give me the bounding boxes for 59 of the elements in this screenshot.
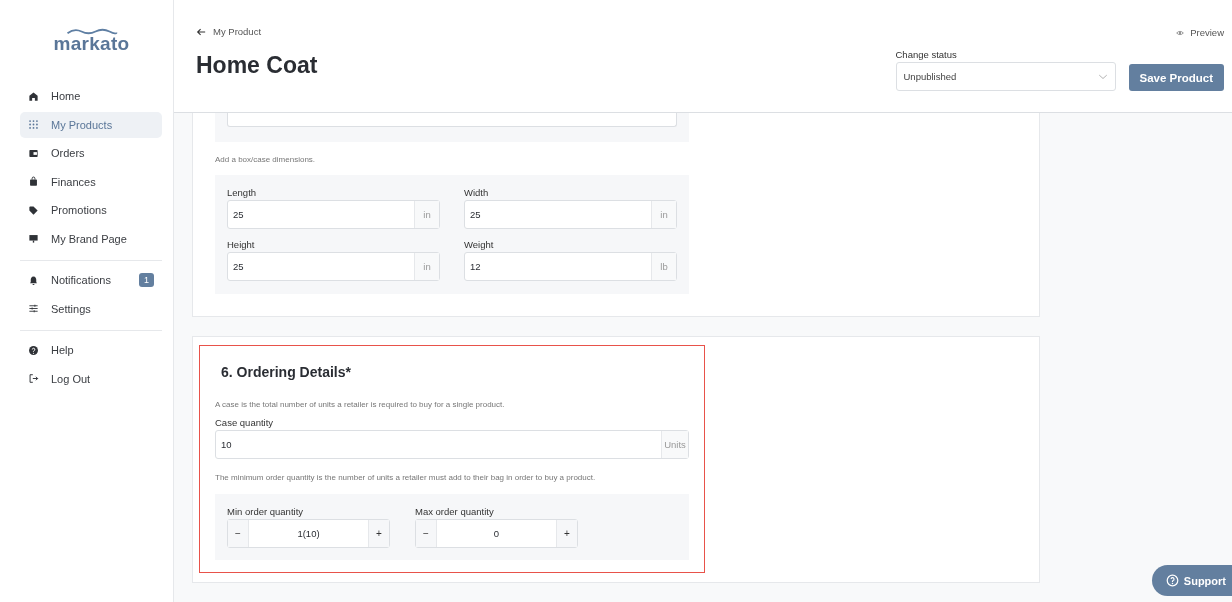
input-field[interactable]: 25 in xyxy=(464,200,677,229)
bell-icon xyxy=(28,274,39,286)
home-icon xyxy=(28,90,39,102)
back-link[interactable]: My Product xyxy=(196,26,318,37)
decrement-button[interactable]: − xyxy=(228,520,248,547)
sidebar-item[interactable]: Help xyxy=(20,337,162,363)
field-label: Min order quantity xyxy=(227,506,305,517)
field-label: Width xyxy=(464,187,490,198)
grid-icon xyxy=(28,119,39,130)
logout-icon xyxy=(28,373,39,384)
field-label: Max order quantity xyxy=(415,506,495,517)
monitor-icon xyxy=(28,233,39,244)
increment-button[interactable]: + xyxy=(369,520,389,547)
chevron-down-icon xyxy=(1097,73,1108,80)
input-field[interactable] xyxy=(227,113,677,127)
brand-logo: markato xyxy=(20,28,163,55)
sidebar-item[interactable]: Promotions xyxy=(20,197,162,223)
field-label: Case quantity xyxy=(215,417,275,428)
unit-label: in xyxy=(414,253,439,280)
tag-icon xyxy=(28,204,39,216)
unit-label: lb xyxy=(651,253,676,280)
input-field[interactable]: 25 in xyxy=(227,252,440,281)
section-title: 6. Ordering Details* xyxy=(221,364,352,380)
save-product-button[interactable]: Save Product xyxy=(1128,64,1224,91)
input-field[interactable]: 25 in xyxy=(227,200,440,229)
notification-count: 1 xyxy=(139,273,154,287)
sidebar-item[interactable]: Orders xyxy=(20,140,162,166)
input-field[interactable]: 12 lb xyxy=(464,252,677,281)
bag-icon xyxy=(28,176,39,187)
unit-label: in xyxy=(414,201,439,228)
help-text: A case is the total number of units a retailer is required to buy for a single product. xyxy=(215,400,506,409)
sidebar-item[interactable]: My Brand Page xyxy=(20,225,162,252)
help-icon xyxy=(28,344,39,356)
field-label: Length xyxy=(227,187,258,198)
help-icon xyxy=(1165,574,1179,587)
sidebar-item[interactable]: Finances xyxy=(20,168,162,195)
decrement-button[interactable]: − xyxy=(416,520,436,547)
sidebar-item[interactable]: Home xyxy=(20,83,162,109)
input-field[interactable]: 10 Units xyxy=(215,430,689,459)
support-button[interactable]: Support xyxy=(1151,565,1232,596)
unit-label: Units xyxy=(661,431,688,458)
eye-icon xyxy=(1176,29,1185,36)
arrow-left-icon xyxy=(196,26,206,37)
help-text: Add a box/case dimensions. xyxy=(215,155,317,164)
sidebar-item[interactable]: My Products xyxy=(20,111,162,138)
field-label: Weight xyxy=(464,239,495,250)
sidebar-item[interactable]: Notifications 1 xyxy=(20,267,162,293)
wallet-icon xyxy=(28,147,39,159)
sidebar-item[interactable]: Log Out xyxy=(20,365,162,392)
preview-link[interactable]: Preview xyxy=(1176,27,1224,38)
field-label: Height xyxy=(227,239,256,250)
settings-icon xyxy=(28,303,39,314)
help-text: The minimum order quantity is the number of units a retailer must add to their bag in order to buy a product. xyxy=(215,473,597,482)
increment-button[interactable]: + xyxy=(557,520,577,547)
status-label: Change status xyxy=(895,49,958,60)
unit-label: in xyxy=(651,201,676,228)
sidebar-item[interactable]: Settings xyxy=(20,295,162,322)
status-dropdown[interactable]: Unpublished xyxy=(895,62,1116,91)
page-title: Home Coat xyxy=(196,52,318,79)
